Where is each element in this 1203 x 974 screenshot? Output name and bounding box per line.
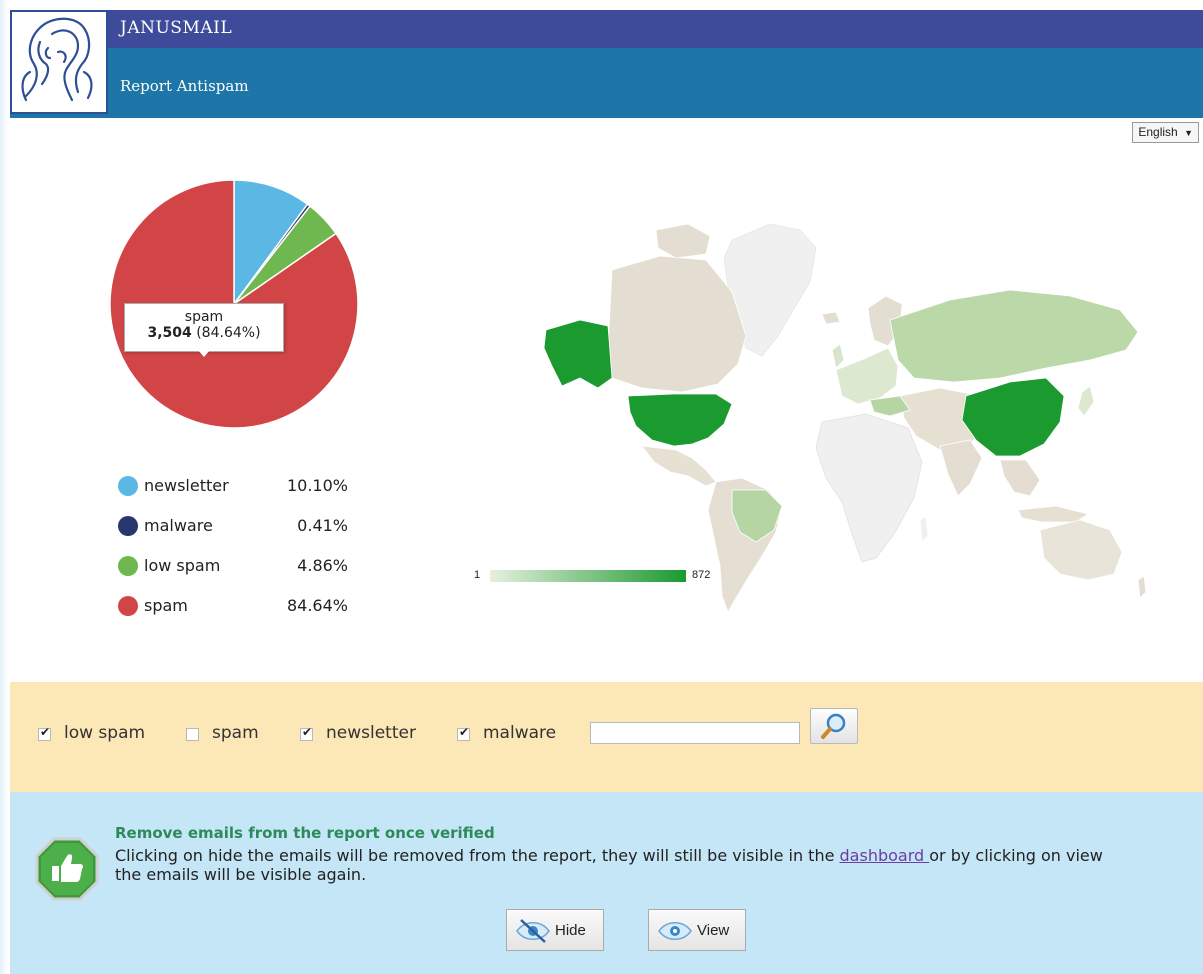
filter-newsletter-checkbox[interactable]	[300, 725, 313, 741]
legend-item-spam: spam 84.64%	[118, 592, 358, 632]
report-title: Report Antispam	[120, 77, 249, 95]
world-map[interactable]	[470, 200, 1160, 620]
map-scale-legend: 1 872	[470, 566, 730, 586]
magnifier-icon	[821, 713, 846, 739]
hide-button[interactable]: Hide	[506, 909, 604, 951]
eye-slash-icon	[516, 919, 550, 943]
legend-swatch-newsletter	[118, 476, 138, 496]
map-region-africa	[815, 413, 923, 563]
tooltip-label: spam	[184, 309, 224, 325]
map-region-iceland	[821, 311, 841, 325]
map-region-europe	[835, 347, 899, 405]
map-region-australia	[1039, 519, 1123, 581]
scale-min-label: 1	[474, 569, 481, 581]
legend-swatch-malware	[118, 516, 138, 536]
filter-spam-checkbox[interactable]	[186, 728, 199, 741]
app-header: JANUSMAIL Report Antispam	[10, 10, 1203, 118]
tooltip-count: 3,504	[147, 325, 192, 341]
map-region-uk	[831, 343, 845, 369]
dashboard-link[interactable]: dashboard	[840, 846, 930, 865]
pie-legend: newsletter 10.10% malware 0.41% low spam 4.86…	[118, 472, 358, 632]
app-name: JANUSMAIL	[120, 18, 233, 38]
scale-max-label: 872	[692, 569, 711, 581]
map-region-madagascar	[919, 515, 929, 543]
tooltip-arrow	[198, 350, 210, 357]
search-input[interactable]	[590, 722, 800, 744]
filter-spam-label: spam	[212, 723, 259, 743]
legend-swatch-spam	[118, 596, 138, 616]
map-region-southeast-asia	[999, 459, 1041, 497]
map-region-india	[939, 439, 983, 497]
info-text-part1: Clicking on hide the emails will be remo…	[115, 846, 840, 865]
map-region-japan	[1077, 385, 1095, 417]
map-region-alaska	[543, 319, 613, 389]
map-region-canada	[607, 255, 747, 393]
map-region-new-zealand	[1137, 575, 1147, 599]
legend-value-spam: 84.64%	[286, 596, 348, 615]
legend-label-newsletter: newsletter	[144, 476, 229, 495]
legend-value-low-spam: 4.86%	[297, 556, 348, 575]
view-button-label: View	[697, 922, 730, 939]
legend-label-low-spam: low spam	[144, 556, 221, 575]
map-region-mexico	[641, 445, 717, 487]
map-region-indonesia	[1017, 505, 1089, 523]
filter-malware-checkbox[interactable]	[457, 725, 470, 741]
legend-item-low-spam: low spam 4.86%	[118, 552, 358, 592]
filter-low-spam-label: low spam	[64, 723, 146, 743]
search-button[interactable]	[810, 708, 858, 744]
hide-button-label: Hide	[555, 922, 586, 939]
info-title: Remove emails from the report once verif…	[115, 824, 495, 842]
dropdown-arrow-icon: ▼	[1184, 128, 1193, 138]
scale-gradient-bar	[490, 570, 686, 582]
filter-malware-label: malware	[483, 723, 557, 743]
filter-bar: low spam spam newsletter malware	[10, 682, 1203, 792]
legend-label-spam: spam	[144, 596, 188, 615]
language-select[interactable]: English ▼	[1132, 122, 1199, 143]
legend-value-malware: 0.41%	[297, 516, 348, 535]
page-edge-decoration	[0, 0, 8, 974]
info-text: Clicking on hide the emails will be remo…	[115, 846, 1125, 884]
legend-swatch-low-spam	[118, 556, 138, 576]
map-region-russia	[889, 289, 1139, 383]
map-region-arctic-islands	[655, 223, 711, 259]
view-button[interactable]: View	[648, 909, 746, 951]
pie-tooltip: spam 3,504 (84.64%)	[124, 303, 284, 352]
filter-newsletter-label: newsletter	[326, 723, 416, 743]
map-region-china	[961, 377, 1065, 457]
thumbs-up-icon	[35, 837, 99, 901]
map-region-usa	[627, 393, 733, 447]
legend-label-malware: malware	[144, 516, 213, 535]
filter-low-spam-checkbox[interactable]	[38, 725, 51, 741]
legend-value-newsletter: 10.10%	[286, 476, 348, 495]
info-panel: Remove emails from the report once verif…	[10, 792, 1203, 974]
legend-item-newsletter: newsletter 10.10%	[118, 472, 358, 512]
eye-icon	[658, 922, 692, 940]
language-selected-value: English	[1138, 125, 1178, 139]
janus-head-logo	[10, 10, 108, 114]
tooltip-percent: (84.64%)	[196, 325, 261, 341]
legend-item-malware: malware 0.41%	[118, 512, 358, 552]
